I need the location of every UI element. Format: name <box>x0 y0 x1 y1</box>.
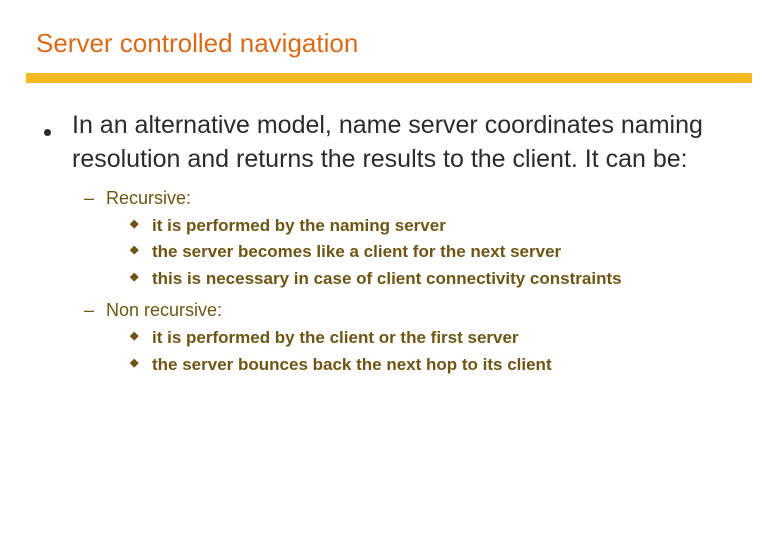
point-nonrecursive-0: ◆ it is performed by the client or the f… <box>130 326 744 351</box>
diamond-icon: ◆ <box>130 214 152 233</box>
subbullet-nonrecursive: – Non recursive: <box>84 297 744 324</box>
dot-icon <box>44 109 72 145</box>
subbullet-recursive: – Recursive: <box>84 185 744 212</box>
title-underline <box>26 73 752 83</box>
diamond-icon: ◆ <box>130 240 152 259</box>
point-recursive-0-text: it is performed by the naming server <box>152 214 446 239</box>
bullet-main-text: In an alternative model, name server coo… <box>72 109 744 177</box>
point-recursive-2-text: this is necessary in case of client conn… <box>152 267 622 292</box>
diamond-icon: ◆ <box>130 267 152 286</box>
point-nonrecursive-1-text: the server bounces back the next hop to … <box>152 353 552 378</box>
point-nonrecursive-0-text: it is performed by the client or the fir… <box>152 326 519 351</box>
point-recursive-1: ◆ the server becomes like a client for t… <box>130 240 744 265</box>
diamond-icon: ◆ <box>130 326 152 345</box>
bullet-main: In an alternative model, name server coo… <box>44 109 744 177</box>
point-recursive-2: ◆ this is necessary in case of client co… <box>130 267 744 292</box>
point-nonrecursive-1: ◆ the server bounces back the next hop t… <box>130 353 744 378</box>
diamond-icon: ◆ <box>130 353 152 372</box>
point-recursive-1-text: the server becomes like a client for the… <box>152 240 561 265</box>
subbullet-recursive-label: Recursive: <box>106 185 191 212</box>
dash-icon: – <box>84 185 106 212</box>
point-recursive-0: ◆ it is performed by the naming server <box>130 214 744 239</box>
subbullet-nonrecursive-label: Non recursive: <box>106 297 222 324</box>
dash-icon: – <box>84 297 106 324</box>
slide-title: Server controlled navigation <box>36 28 744 59</box>
slide-body: In an alternative model, name server coo… <box>36 109 744 378</box>
slide: Server controlled navigation In an alter… <box>0 0 780 540</box>
